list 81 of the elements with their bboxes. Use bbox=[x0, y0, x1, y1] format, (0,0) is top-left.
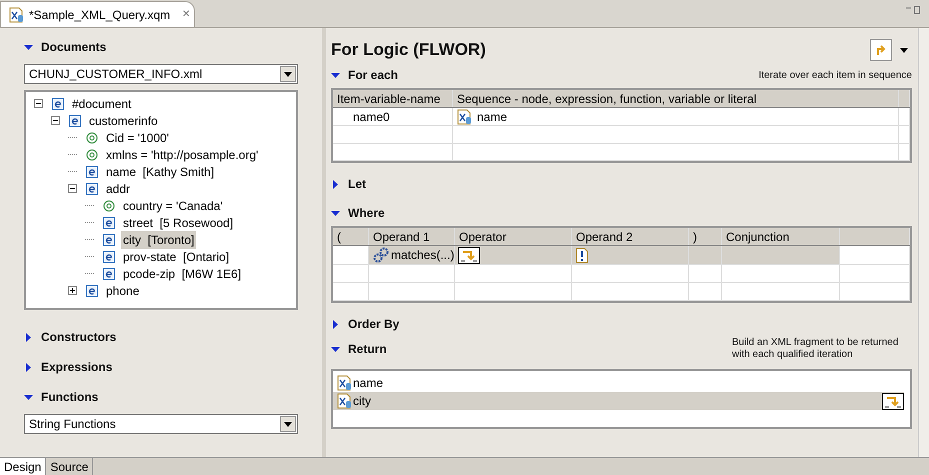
column-header: Item-variable-name bbox=[333, 90, 453, 107]
minimize-maximize-icon[interactable] bbox=[905, 5, 921, 15]
section-heading[interactable]: Documents bbox=[41, 38, 106, 56]
scrollbar[interactable] bbox=[918, 28, 929, 457]
section-heading[interactable]: Return bbox=[348, 340, 387, 358]
close-icon[interactable]: ✕ bbox=[182, 7, 190, 22]
element-icon bbox=[86, 284, 98, 296]
collapsed-triangle-icon[interactable] bbox=[331, 320, 340, 328]
list-item[interactable]: city bbox=[333, 392, 904, 410]
action-button[interactable] bbox=[870, 39, 892, 61]
tree-item[interactable]: street [5 Rosewood] bbox=[121, 214, 236, 232]
element-icon bbox=[103, 216, 115, 228]
expand-icon[interactable] bbox=[68, 286, 77, 295]
expanded-triangle-icon[interactable] bbox=[24, 42, 33, 52]
tree-item[interactable]: pcode-zip [M6W 1E6] bbox=[121, 264, 244, 282]
collapsed-triangle-icon[interactable] bbox=[24, 362, 33, 372]
column-header: Operand 2 bbox=[572, 228, 689, 245]
element-icon bbox=[52, 98, 64, 110]
column-header: Conjunction bbox=[722, 228, 840, 245]
table-cell: matches(...) bbox=[369, 246, 455, 264]
column-header: ) bbox=[689, 228, 722, 245]
table-cell: name bbox=[453, 108, 899, 125]
tree-item[interactable]: country = 'Canada' bbox=[121, 196, 225, 214]
tree-item[interactable]: addr bbox=[104, 180, 132, 198]
collapse-icon[interactable] bbox=[51, 116, 60, 125]
warning-icon bbox=[576, 248, 588, 262]
table-row[interactable]: matches(...) bbox=[333, 246, 910, 265]
tree-item[interactable]: city [Toronto] bbox=[121, 230, 196, 248]
section-heading[interactable]: Where bbox=[348, 204, 385, 222]
column-header: Operator bbox=[455, 228, 572, 245]
caret-icon[interactable] bbox=[900, 48, 908, 52]
element-icon bbox=[86, 182, 98, 194]
section-description: Iterate over each item in sequence bbox=[758, 68, 912, 82]
section-heading[interactable]: For each bbox=[348, 66, 398, 84]
tree-item[interactable]: Cid = '1000' bbox=[104, 128, 171, 146]
xml-file-icon bbox=[337, 375, 353, 391]
list-item[interactable]: name bbox=[333, 374, 904, 392]
tab[interactable]: Design bbox=[0, 458, 46, 475]
section-description: Build an XML fragment to be returned with each qualified iteration bbox=[732, 337, 900, 361]
expanded-triangle-icon[interactable] bbox=[331, 208, 340, 218]
column-header: ( bbox=[333, 228, 369, 245]
xml-file-icon bbox=[457, 108, 473, 124]
editor-tab[interactable]: *Sample_XML_Query.xqm ✕ bbox=[0, 1, 195, 27]
attribute-icon bbox=[86, 148, 98, 160]
expanded-triangle-icon[interactable] bbox=[331, 344, 340, 354]
share-arrow-icon bbox=[874, 43, 888, 57]
xml-file-icon bbox=[337, 393, 353, 409]
element-icon bbox=[103, 250, 115, 262]
dropdown-field[interactable]: CHUNJ_CUSTOMER_INFO.xml bbox=[24, 64, 298, 84]
tab-title: *Sample_XML_Query.xqm bbox=[29, 6, 170, 24]
collapse-icon[interactable] bbox=[68, 184, 77, 193]
section-heading[interactable]: Constructors bbox=[41, 328, 116, 346]
table-cell: name0 bbox=[333, 108, 453, 125]
collapse-icon[interactable] bbox=[34, 99, 43, 108]
collapsed-triangle-icon[interactable] bbox=[331, 180, 340, 188]
element-icon bbox=[86, 166, 98, 178]
tree-item[interactable]: xmlns = 'http://posample.org' bbox=[104, 146, 260, 164]
tree-item[interactable]: name [Kathy Smith] bbox=[104, 162, 216, 180]
tab[interactable]: Source bbox=[46, 458, 94, 475]
tree-item[interactable]: phone bbox=[104, 282, 142, 300]
form-title: For Logic (FLWOR) bbox=[331, 39, 487, 62]
column-header: Operand 1 bbox=[369, 228, 455, 245]
column-header: Sequence - node, expression, function, variable or literal bbox=[453, 90, 899, 107]
tree-item[interactable]: #document bbox=[70, 94, 134, 112]
element-icon bbox=[103, 234, 115, 246]
dropdown-field[interactable]: String Functions bbox=[24, 414, 298, 434]
attribute-icon bbox=[103, 200, 115, 212]
gears-icon bbox=[373, 247, 389, 263]
tree-item[interactable]: customerinfo bbox=[87, 112, 160, 130]
expanded-triangle-icon[interactable] bbox=[331, 70, 340, 80]
expanded-triangle-icon[interactable] bbox=[24, 392, 33, 402]
section-heading[interactable]: Let bbox=[348, 175, 366, 193]
attribute-icon bbox=[86, 132, 98, 144]
xml-file-icon bbox=[9, 6, 25, 22]
section-heading[interactable]: Functions bbox=[41, 388, 98, 406]
element-icon bbox=[69, 114, 81, 126]
tree-item[interactable]: prov-state [Ontario] bbox=[121, 248, 232, 266]
collapsed-triangle-icon[interactable] bbox=[24, 332, 33, 342]
element-icon bbox=[103, 268, 115, 280]
section-heading[interactable]: Order By bbox=[348, 315, 400, 333]
section-heading[interactable]: Expressions bbox=[41, 358, 112, 376]
